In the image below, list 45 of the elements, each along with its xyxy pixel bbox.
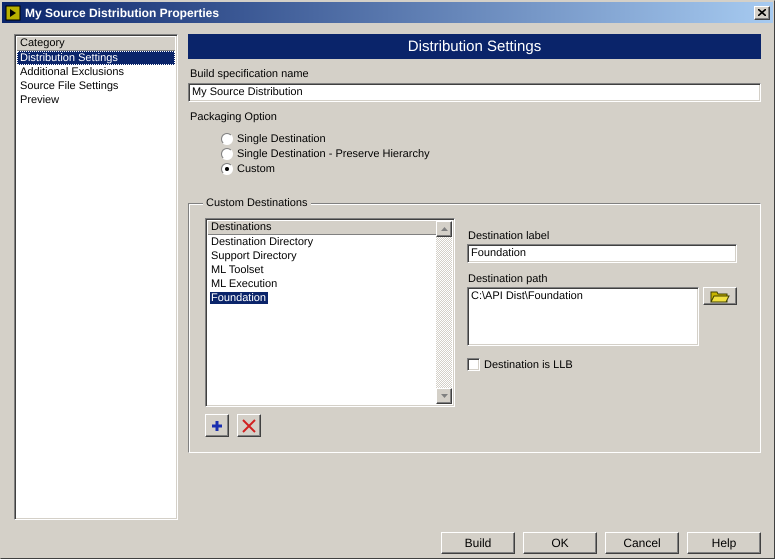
field-label: Destination label (468, 230, 550, 242)
radio-label: Custom (237, 162, 275, 174)
destination-item[interactable]: Support Directory (210, 250, 299, 262)
up-arrow-icon (440, 227, 448, 231)
dialog-button[interactable]: Help (687, 532, 761, 554)
path-field[interactable]: C:\API Dist\Foundation (467, 287, 699, 346)
checkbox-label: Destination is LLB (484, 358, 573, 370)
dialog-button[interactable]: Cancel (605, 532, 679, 554)
field-label: Destination path (468, 273, 548, 285)
list-header: Category (17, 37, 175, 51)
field-label: Packaging Option (190, 111, 278, 123)
checkbox[interactable] (467, 358, 480, 371)
radio-label: Single Destination (237, 132, 326, 144)
radio-button[interactable] (221, 132, 233, 144)
add-button[interactable] (205, 414, 229, 437)
panel-title: Distribution Settings (188, 34, 761, 59)
input-field[interactable]: Foundation (467, 244, 737, 263)
list-header: Destinations (208, 221, 436, 235)
dialog-button[interactable]: OK (523, 532, 597, 554)
app-icon (5, 4, 21, 20)
down-arrow-icon (440, 394, 448, 398)
browse-button[interactable] (703, 287, 737, 305)
scrollbar[interactable] (436, 221, 452, 404)
close-icon (758, 9, 766, 16)
category-item[interactable]: Distribution Settings (17, 51, 175, 65)
destination-item[interactable]: Destination Directory (210, 236, 316, 248)
category-item[interactable]: Preview (17, 93, 175, 107)
plus-icon (211, 420, 223, 432)
radio-label: Single Destination - Preserve Hierarchy (237, 148, 430, 160)
radio-button[interactable] (221, 162, 233, 174)
category-item[interactable]: Source File Settings (17, 79, 175, 93)
destination-item[interactable]: ML Execution (210, 278, 280, 290)
group-title: Custom Destinations (203, 197, 310, 209)
dialog-button[interactable]: Build (441, 532, 515, 554)
delete-button[interactable] (237, 414, 261, 437)
folder-icon (710, 290, 730, 302)
destination-item[interactable]: Foundation (210, 292, 268, 304)
field-label: Build specification name (190, 68, 310, 80)
radio-button[interactable] (221, 148, 233, 160)
input-field[interactable]: My Source Distribution (188, 83, 761, 102)
close-button[interactable] (754, 6, 770, 20)
delete-icon (242, 418, 256, 432)
window-title: My Source Distribution Properties (25, 6, 220, 20)
destination-item[interactable]: ML Toolset (210, 264, 266, 276)
category-item[interactable]: Additional Exclusions (17, 65, 175, 79)
